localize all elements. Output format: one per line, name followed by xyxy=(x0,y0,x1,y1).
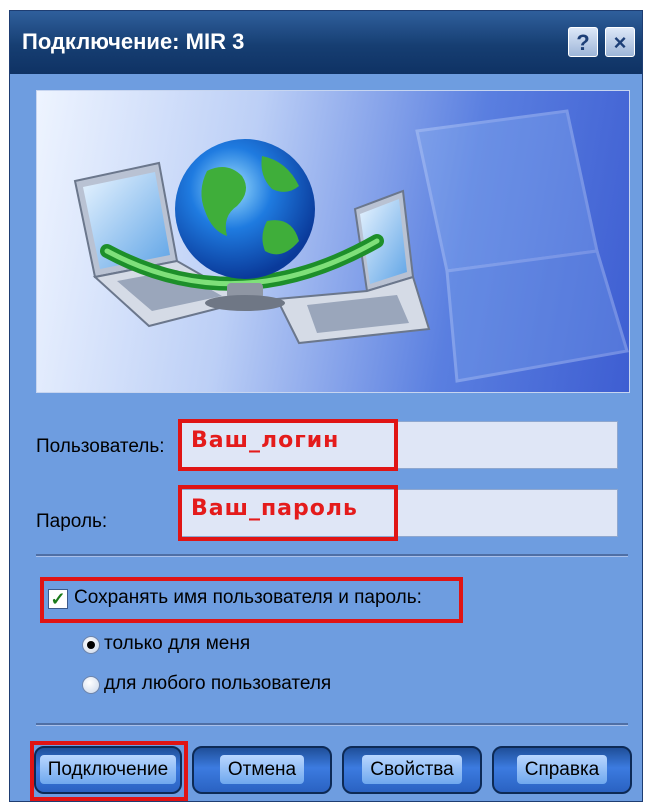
title-bar[interactable]: Подключение: MIR 3 ? × xyxy=(10,11,642,74)
user-highlight xyxy=(178,419,398,471)
help-icon[interactable]: ? xyxy=(568,27,598,57)
radio-any-user[interactable] xyxy=(82,676,100,694)
properties-button[interactable]: Свойства xyxy=(342,746,482,794)
user-label: Пользователь: xyxy=(36,436,165,457)
help-button[interactable]: Справка xyxy=(492,746,632,794)
password-label: Пароль: xyxy=(36,511,108,532)
password-highlight xyxy=(178,485,398,541)
network-globe-icon xyxy=(73,109,629,383)
save-highlight xyxy=(40,577,463,623)
divider-top xyxy=(36,554,628,557)
network-illustration xyxy=(36,90,630,393)
connect-highlight xyxy=(30,741,188,801)
connection-dialog: Подключение: MIR 3 ? × Пользователь: Ваш… xyxy=(9,10,643,802)
radio-only-me[interactable] xyxy=(82,636,100,654)
radio-any-user-label[interactable]: для любого пользователя xyxy=(104,673,331,695)
radio-only-me-label[interactable]: только для меня xyxy=(104,633,250,655)
close-icon[interactable]: × xyxy=(605,27,635,57)
divider-bottom xyxy=(36,723,628,726)
cancel-button[interactable]: Отмена xyxy=(192,746,332,794)
window-title: Подключение: MIR 3 xyxy=(22,29,245,54)
